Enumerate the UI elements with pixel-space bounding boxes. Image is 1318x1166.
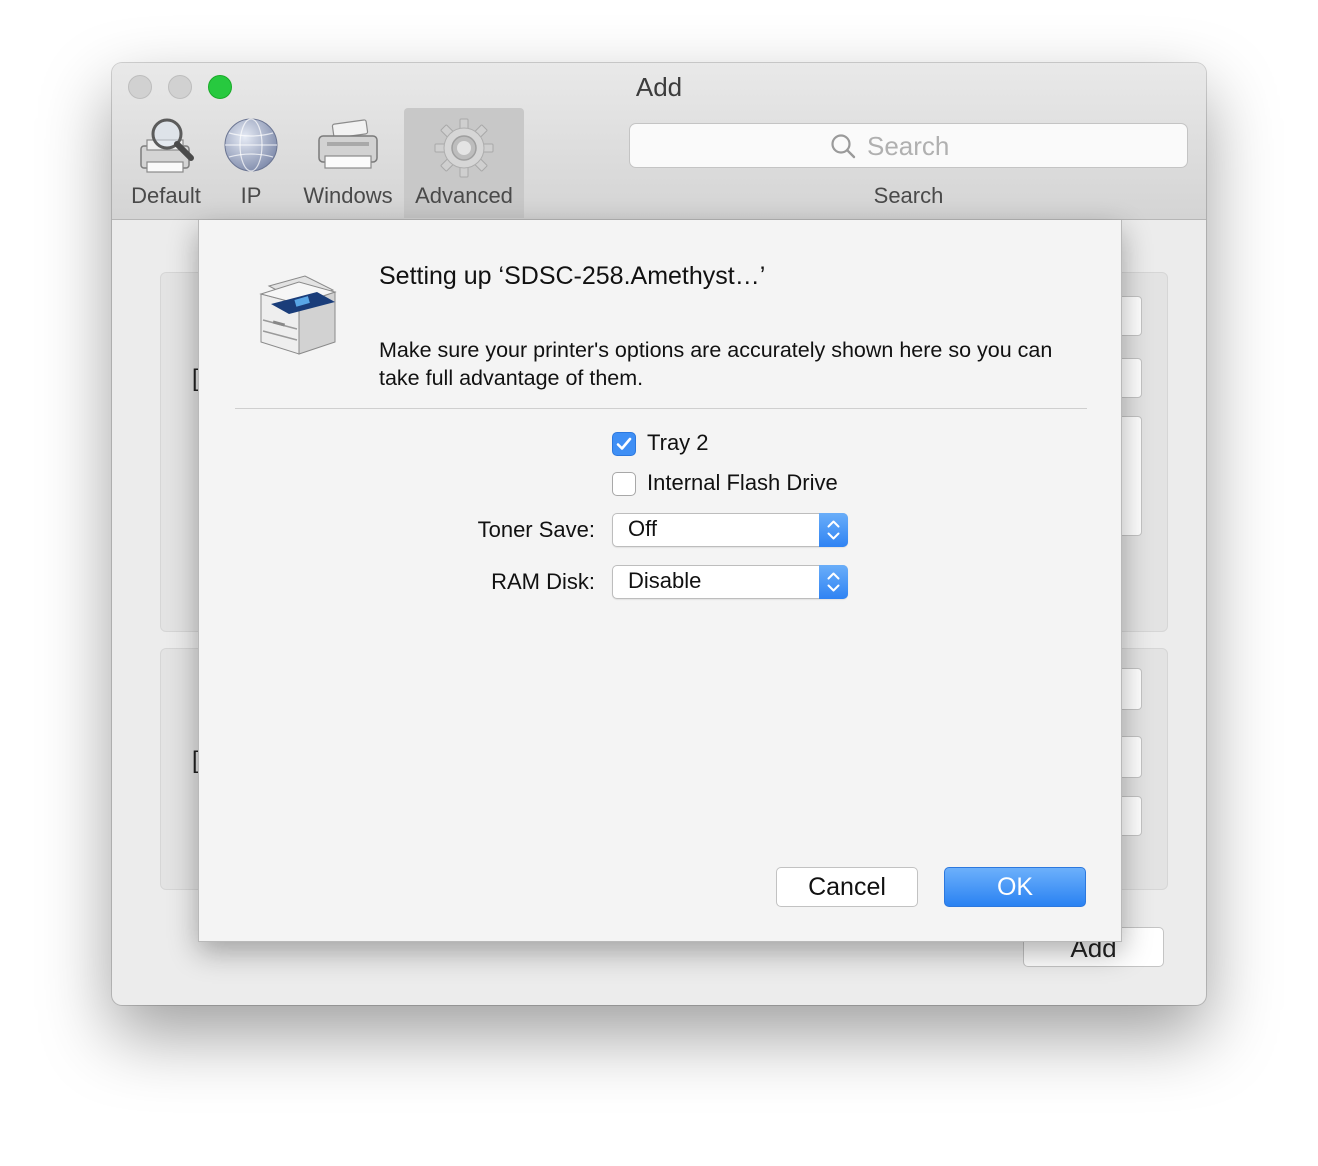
toolbar-item-default[interactable]: Default: [124, 108, 208, 218]
sheet-message: Make sure your printer's options are acc…: [379, 338, 1053, 390]
search-input[interactable]: Search: [629, 123, 1188, 168]
toolbar-item-default-label: Default: [131, 183, 201, 208]
toner-save-popup[interactable]: Off: [612, 513, 848, 547]
printer-setup-sheet: Setting up ‘SDSC-258.Amethyst…’ Make sur…: [198, 220, 1122, 942]
chevron-updown-icon: [819, 565, 848, 599]
internal-flash-drive-label[interactable]: Internal Flash Drive: [647, 470, 838, 496]
internal-flash-drive-checkbox[interactable]: [612, 472, 636, 496]
toolbar-item-ip[interactable]: IP: [220, 108, 282, 218]
toolbar-item-windows[interactable]: Windows: [296, 108, 400, 218]
printer-magnifier-icon: [135, 116, 197, 183]
divider: [235, 408, 1087, 409]
toner-save-value: Off: [628, 516, 657, 541]
chevron-updown-icon: [819, 513, 848, 547]
window-title: Add: [635, 72, 683, 102]
titlebar: Add Default IP Windows Advanced Search S…: [112, 63, 1206, 220]
globe-icon: [222, 116, 280, 179]
tray2-checkbox[interactable]: [612, 432, 636, 456]
ram-disk-popup[interactable]: Disable: [612, 565, 848, 599]
printer-icon: [255, 272, 341, 363]
ok-button[interactable]: OK: [944, 867, 1086, 907]
toolbar-item-advanced-label: Advanced: [415, 183, 513, 208]
checkmark-icon: [616, 437, 632, 450]
ram-disk-value: Disable: [628, 568, 702, 593]
sheet-title: Setting up ‘SDSC-258.Amethyst…’: [379, 262, 766, 290]
toner-save-label: Toner Save:: [477, 517, 595, 542]
search-toolbar-label: Search: [873, 183, 944, 208]
gear-icon: [432, 116, 496, 185]
cancel-button[interactable]: Cancel: [776, 867, 918, 907]
toolbar-item-windows-label: Windows: [303, 183, 393, 208]
search-icon: [830, 133, 856, 164]
toolbar-item-ip-label: IP: [240, 183, 262, 208]
tray2-label[interactable]: Tray 2: [647, 430, 709, 456]
windows-printer-icon: [315, 116, 381, 179]
search-placeholder: Search: [867, 131, 950, 161]
ram-disk-label: RAM Disk:: [491, 569, 595, 594]
toolbar-item-advanced[interactable]: Advanced: [404, 108, 524, 218]
